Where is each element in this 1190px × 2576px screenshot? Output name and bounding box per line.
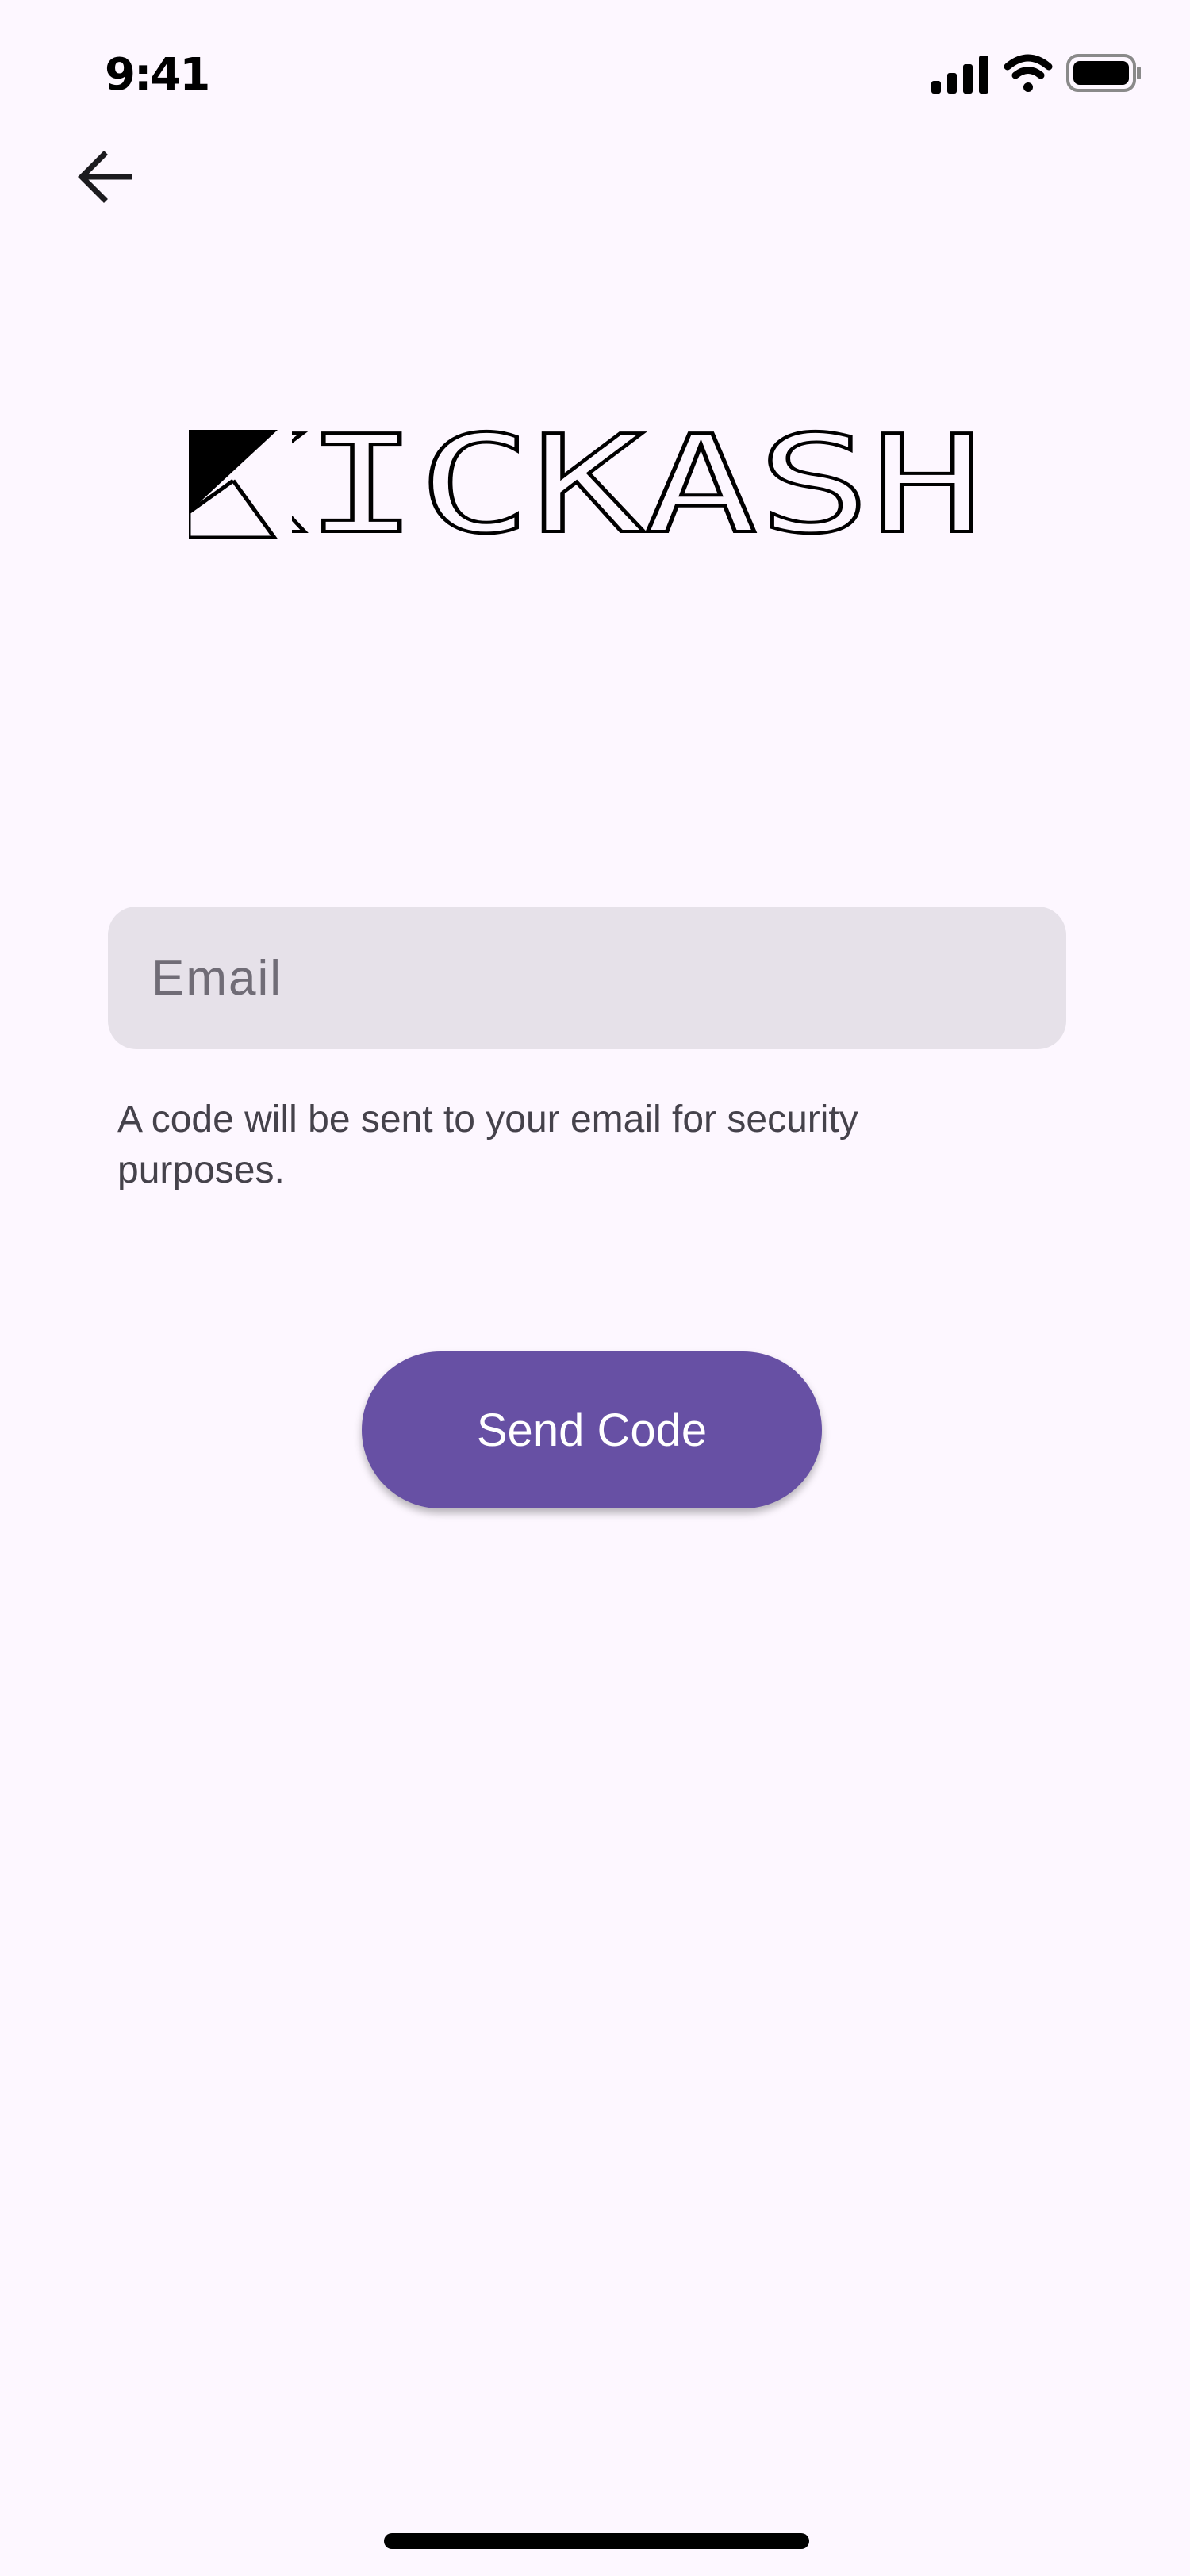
kickash-logo-mark [189, 430, 278, 539]
kickash-logo: KICKASH [189, 425, 984, 541]
email-field[interactable] [108, 907, 1066, 1049]
status-time: 9:41 [105, 49, 210, 101]
arrow-left-icon [78, 151, 132, 203]
status-icons [931, 54, 1141, 94]
back-button[interactable] [56, 127, 155, 227]
cellular-signal-icon [931, 56, 988, 94]
home-indicator [384, 2533, 809, 2549]
email-helper-text: A code will be sent to your email for se… [117, 1098, 858, 1191]
send-code-button[interactable]: Send Code [362, 1351, 822, 1508]
status-bar: 9:41 [0, 0, 1190, 151]
wifi-icon [1004, 54, 1053, 92]
logo-wordmark: KICKASH [292, 425, 984, 541]
battery-icon [1066, 54, 1141, 92]
logo-text: KICKASH [292, 425, 984, 541]
